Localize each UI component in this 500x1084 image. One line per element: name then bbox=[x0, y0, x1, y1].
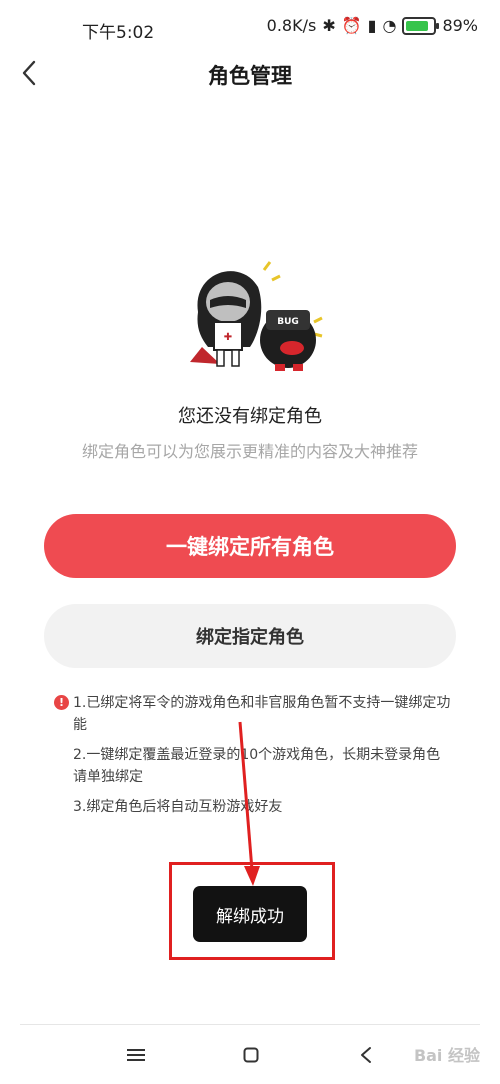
back-triangle-icon bbox=[361, 1047, 371, 1063]
wifi-icon: ◔ bbox=[382, 16, 397, 35]
system-back-button[interactable] bbox=[351, 1040, 381, 1070]
exclamation-circle-icon: ! bbox=[54, 695, 69, 710]
watermark: Bai 经验 bbox=[413, 1046, 480, 1065]
menu-button[interactable] bbox=[121, 1040, 151, 1070]
alarm-icon: ⏰ bbox=[341, 16, 362, 35]
empty-state-illustration: ✚ BUG bbox=[180, 252, 330, 382]
signal-icon: ▮ bbox=[367, 16, 377, 35]
bottom-divider bbox=[20, 1024, 480, 1025]
bind-specific-role-button[interactable]: 绑定指定角色 bbox=[44, 604, 456, 668]
battery-icon bbox=[402, 16, 440, 35]
battery-percent: 89% bbox=[442, 16, 478, 35]
bluetooth-icon: ✱ bbox=[322, 16, 336, 35]
svg-text:✚: ✚ bbox=[224, 332, 232, 343]
empty-state-subtitle: 绑定角色可以为您展示更精准的内容及大神推荐 bbox=[81, 442, 418, 461]
status-time: 下午5:02 bbox=[82, 23, 155, 43]
empty-state-title: 您还没有绑定角色 bbox=[178, 406, 322, 427]
toast-message: 解绑成功 bbox=[193, 886, 307, 942]
bind-all-roles-button[interactable]: 一键绑定所有角色 bbox=[44, 514, 456, 578]
menu-icon bbox=[127, 1049, 145, 1061]
square-home-icon bbox=[243, 1047, 259, 1063]
network-speed: 0.8K/s bbox=[266, 16, 317, 35]
home-button[interactable] bbox=[236, 1040, 266, 1070]
status-icons: 0.8K/s ✱ ⏰ ▮ ◔ 89% bbox=[267, 16, 478, 35]
status-bar: 下午5:02 0.8K/s ✱ ⏰ ▮ ◔ 89% bbox=[0, 0, 500, 56]
page-title: 角色管理 bbox=[208, 64, 292, 88]
bug-badge-label: BUG bbox=[277, 317, 299, 327]
